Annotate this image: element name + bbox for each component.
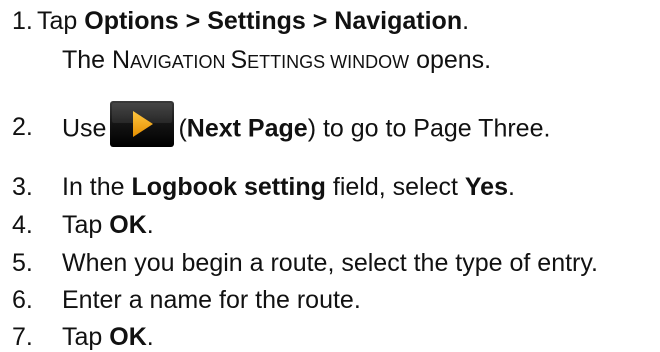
- step-text: Enter a name for the route.: [62, 286, 361, 314]
- step-text-post: .: [462, 7, 470, 35]
- step-text-post: .: [507, 173, 515, 201]
- step-text-pre: Tap: [62, 323, 110, 351]
- step-text: Tap OK.: [62, 322, 154, 352]
- step-number: 6.: [12, 286, 33, 314]
- next-page-arrow-icon: [110, 101, 175, 147]
- step-text-mid: field, select: [325, 173, 465, 201]
- instruction-document: 1. Tap Options > Settings > Navigation. …: [0, 0, 660, 352]
- result-text: S: [230, 46, 248, 74]
- step-text: Tap Options > Settings > Navigation.: [37, 6, 469, 36]
- step-text-paren: (: [178, 114, 187, 143]
- result-text: AVIGATION: [130, 52, 231, 72]
- step-number: 5.: [12, 249, 33, 277]
- step-number: 7.: [12, 323, 33, 351]
- button-name: Next Page: [186, 114, 308, 143]
- result-text: opens.: [409, 46, 492, 74]
- step-text-pre: In the: [62, 173, 132, 201]
- step-number: 2.: [12, 113, 33, 141]
- button-name: OK: [109, 211, 147, 239]
- field-name: Logbook setting: [131, 173, 326, 201]
- step-text: In the Logbook setting field, select Yes…: [62, 172, 515, 202]
- step-text: Use (Next Page) to go to Page Three.: [62, 101, 551, 148]
- result-text: N: [112, 46, 131, 74]
- step-text-pre: Use: [62, 114, 107, 143]
- step-text: When you begin a route, select the type …: [62, 249, 598, 277]
- step-number: 4.: [12, 211, 33, 239]
- menu-path: Options > Settings > Navigation: [84, 7, 463, 35]
- step-1-result: The NAVIGATION SETTINGS WINDOW opens.: [62, 45, 491, 77]
- result-text: The: [62, 46, 113, 74]
- step-text-pre: Tap: [37, 7, 85, 35]
- result-text: ETTINGS WINDOW: [247, 52, 410, 72]
- step-text: Tap OK.: [62, 210, 154, 240]
- step-text-post: ) to go to Page Three.: [307, 114, 551, 143]
- step-text-post: .: [146, 323, 154, 351]
- step-text-pre: Tap: [62, 211, 110, 239]
- step-text-post: .: [146, 211, 154, 239]
- step-number: 3.: [12, 173, 33, 201]
- option-value: Yes: [464, 173, 508, 201]
- button-name: OK: [109, 323, 147, 351]
